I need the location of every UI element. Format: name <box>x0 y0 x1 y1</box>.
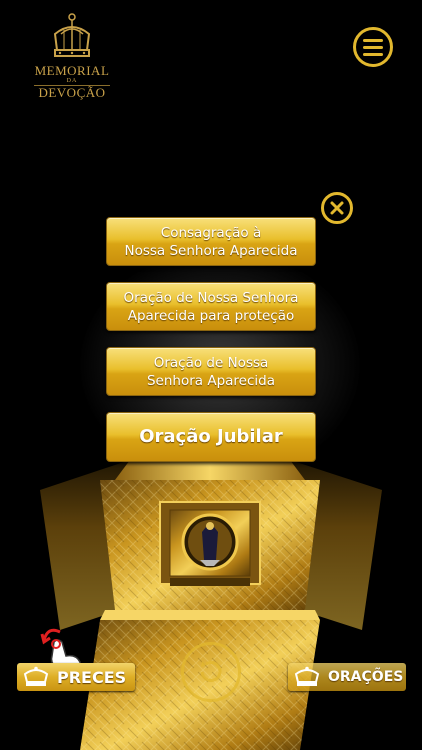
rotate-view-button[interactable] <box>181 642 241 702</box>
prayer-button-label-line1: Oração de Nossa <box>153 354 269 371</box>
prayer-button-jubilar[interactable]: Oração Jubilar <box>106 412 316 462</box>
prayer-button-label-line2: Aparecida para proteção <box>127 307 295 324</box>
prayer-button-label-line1: Consagração à <box>160 224 262 241</box>
prayer-button-label: Oração Jubilar <box>139 426 283 447</box>
preces-label: PRECES <box>57 667 127 687</box>
app-screen: MEMORIAL DA DEVOÇÃO Consagração à Nossa … <box>0 0 422 750</box>
prayer-button-label-line2: Nossa Senhora Aparecida <box>124 242 298 259</box>
close-x-icon <box>330 201 344 215</box>
hamburger-menu-icon <box>363 38 383 42</box>
logo-text-devocao: DEVOÇÃO <box>34 85 110 100</box>
oracoes-label: ORAÇÕES <box>328 669 404 685</box>
crown-icon <box>294 666 320 686</box>
menu-button[interactable] <box>353 27 393 67</box>
preces-button[interactable]: PRECES <box>17 663 135 691</box>
rotate-icon <box>200 661 222 682</box>
hamburger-menu-icon-bar <box>363 52 383 56</box>
close-button[interactable] <box>321 192 353 224</box>
prayer-button-consagracao[interactable]: Consagração à Nossa Senhora Aparecida <box>106 217 316 266</box>
memorial-logo: MEMORIAL DA DEVOÇÃO <box>28 12 116 104</box>
prayer-button-label-line2: Senhora Aparecida <box>146 372 275 389</box>
crown-icon <box>23 666 49 686</box>
oracoes-button[interactable]: ORAÇÕES <box>288 663 406 691</box>
hamburger-menu-icon-bar <box>363 45 383 49</box>
prayer-button-nossa-senhora[interactable]: Oração de Nossa Senhora Aparecida <box>106 347 316 396</box>
crown-icon <box>53 13 91 57</box>
golden-altar-scene <box>0 460 382 750</box>
logo-text-memorial: MEMORIAL <box>34 63 110 78</box>
logo-text-da: DA <box>66 78 78 84</box>
prayer-button-label-line1: Oração de Nossa Senhora <box>123 289 299 306</box>
prayer-button-protecao[interactable]: Oração de Nossa Senhora Aparecida para p… <box>106 282 316 331</box>
